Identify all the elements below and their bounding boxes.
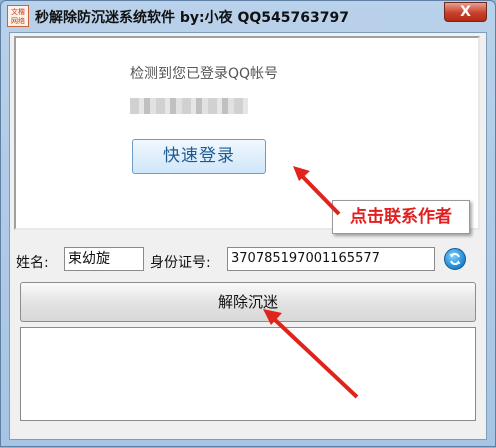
guide-arrows [263, 166, 359, 399]
arrow-to-unlock [271, 316, 359, 399]
arrow-to-quick-login [300, 174, 341, 216]
app-window: 文楷网络 秒解除防沉迷系统软件 by:小夜 QQ545763797 X 检测到您… [0, 0, 496, 447]
